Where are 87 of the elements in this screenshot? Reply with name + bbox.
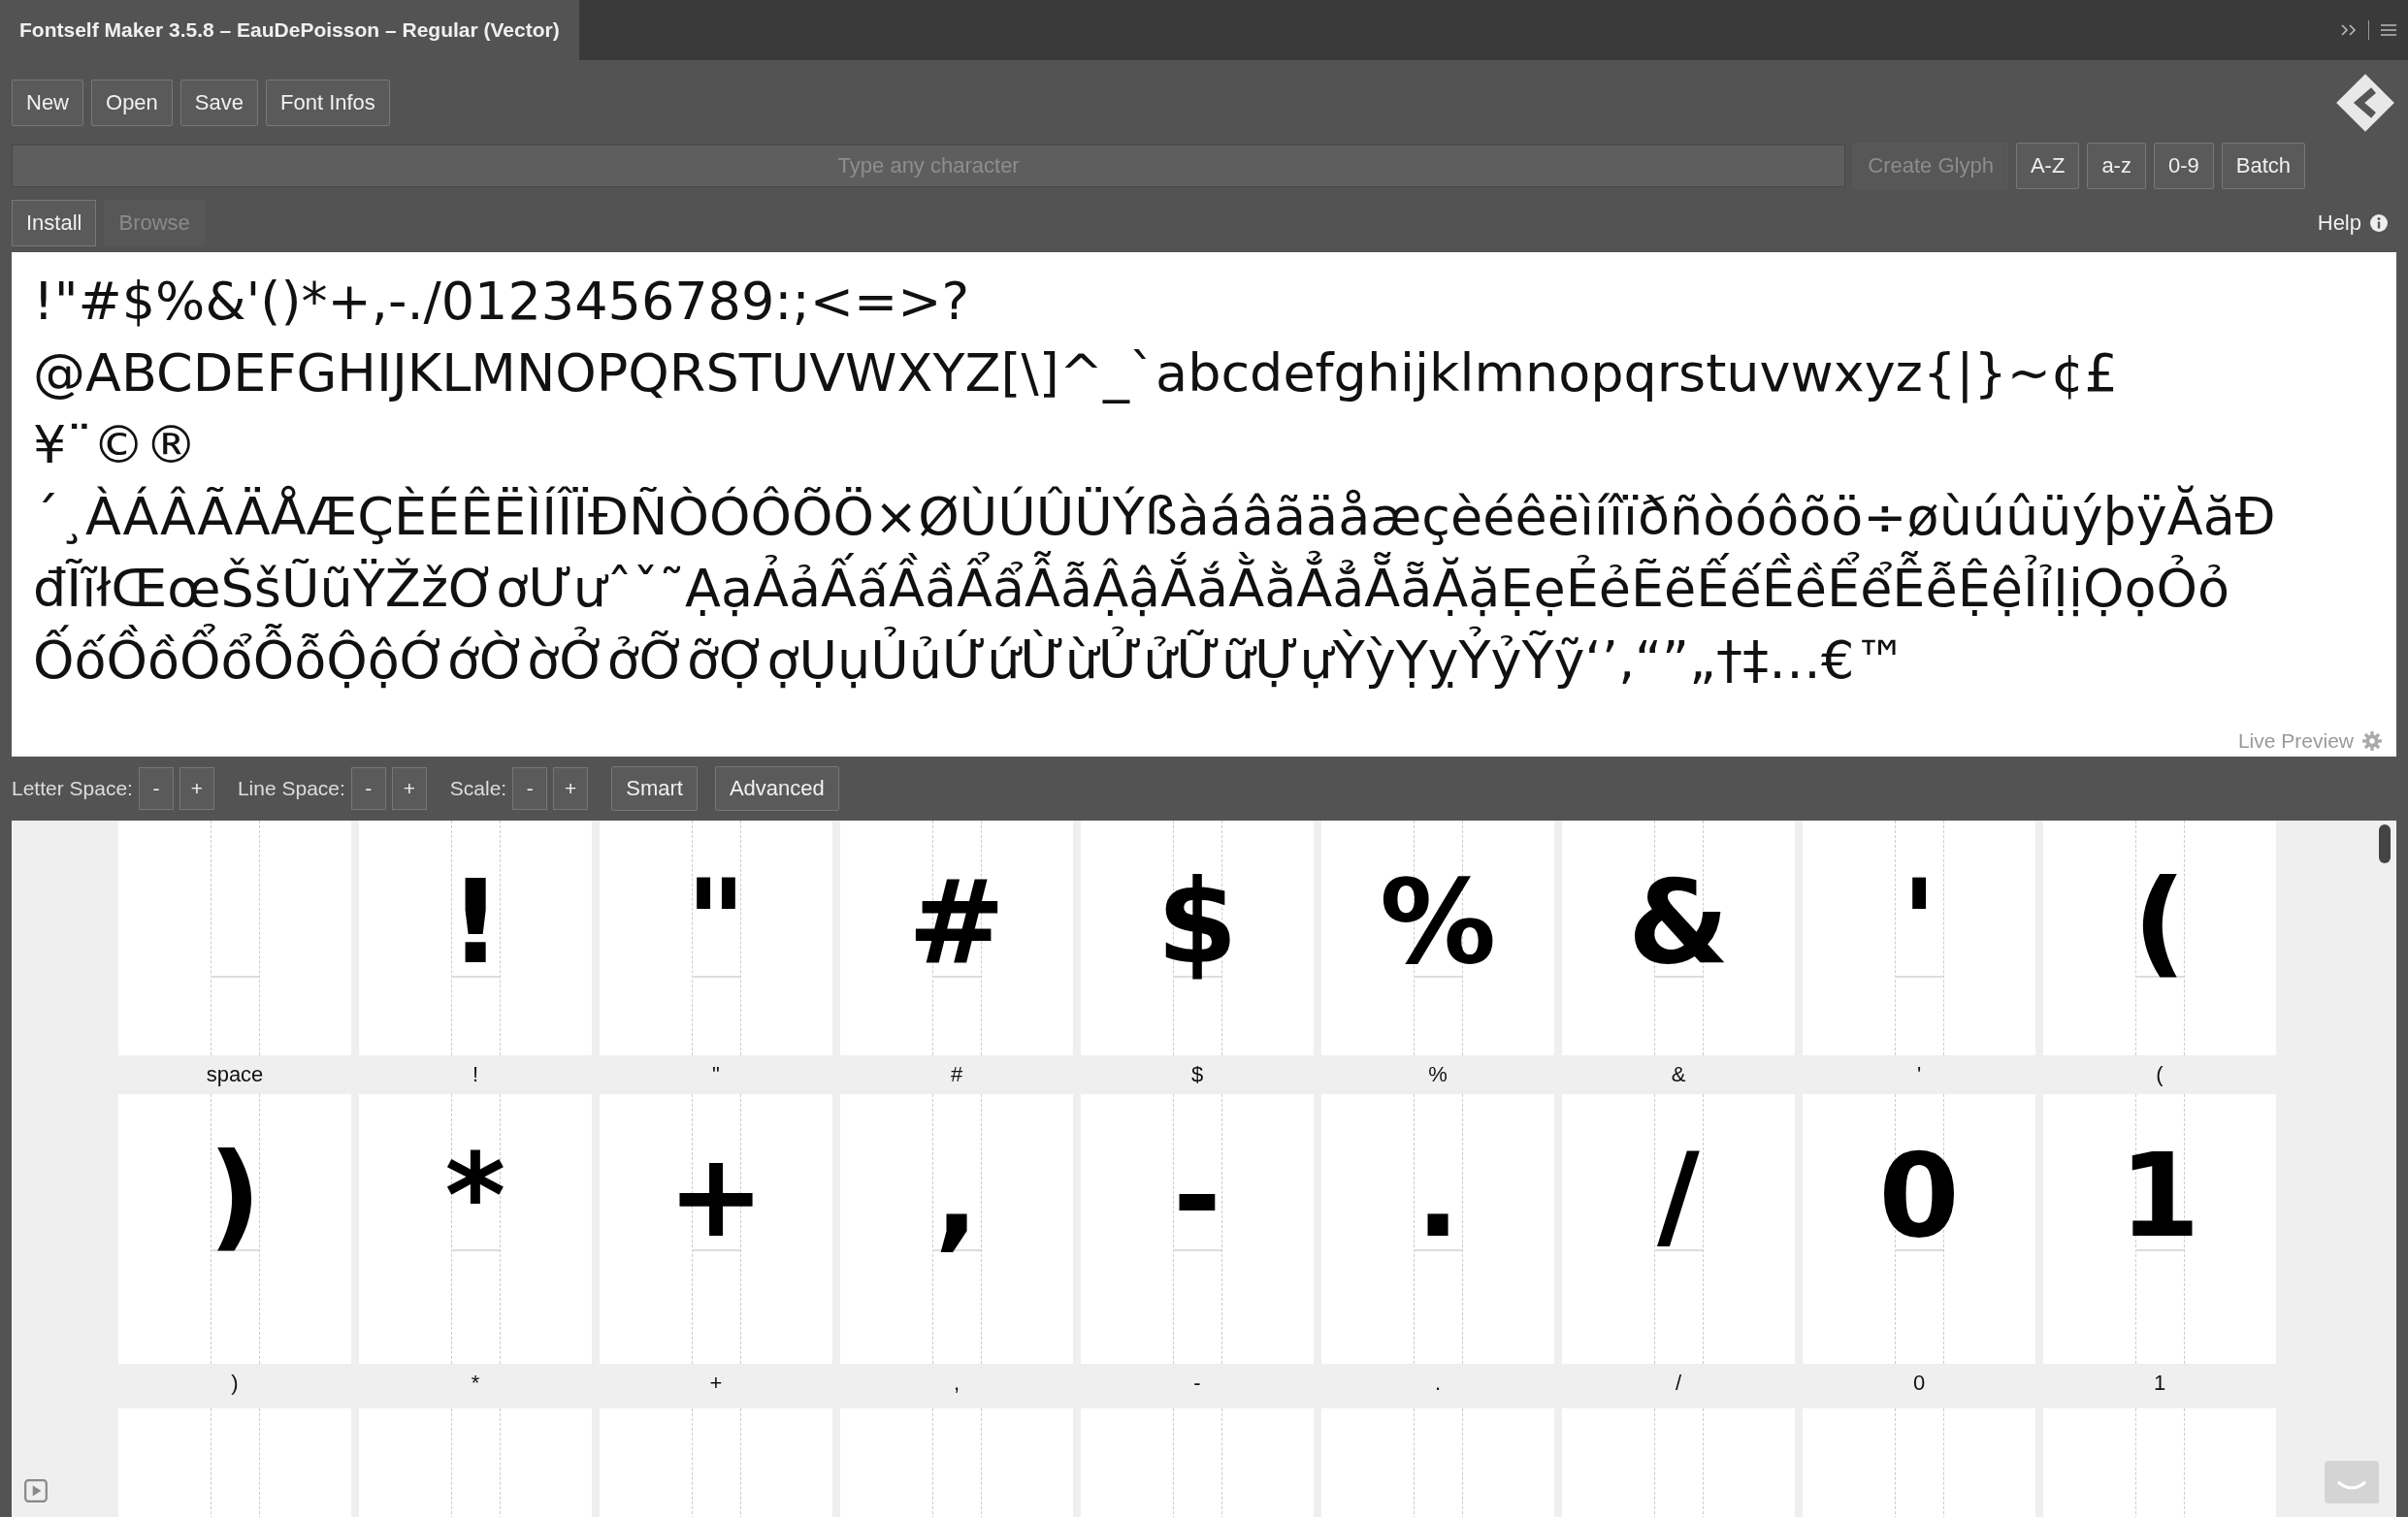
preview-text: ´¸ÀÁÂÃÄÅÆÇÈÉÊËÌÍÎÏÐÑÒÓÔÕÖ×ØÙÚÛÜÝßàáâãäåæçèéêëìíîïðñòóôõö÷øùúûüýþÿĂăĐ [33, 484, 2277, 549]
glyph-label: ) [231, 1370, 239, 1397]
preview-text: ¥¨©® [33, 413, 199, 477]
decrease-button[interactable]: - [138, 767, 174, 810]
glyph-card[interactable]: ( [2043, 821, 2276, 1055]
mode-button[interactable]: Smart [611, 766, 698, 811]
glyph-label: ( [2156, 1061, 2164, 1088]
glyph-label: " [712, 1061, 720, 1088]
glyph: . [1415, 1133, 1461, 1259]
live-preview-label: Live Preview [2237, 729, 2354, 753]
glyph-card[interactable] [118, 821, 351, 1055]
decrease-button[interactable]: - [512, 767, 548, 810]
glyph: # [906, 859, 1007, 985]
glyph-label: $ [1190, 1061, 1204, 1088]
glyph-label: 1 [2153, 1370, 2166, 1397]
glyph-label: % [1428, 1061, 1448, 1088]
preview-text: !"#$%&'()*+,-./0123456789:;<=>? [33, 270, 971, 334]
control-label: Line Space: [237, 777, 345, 800]
toolbar-button[interactable]: Font Infos [266, 80, 390, 126]
glyph-label: , [953, 1370, 960, 1397]
control-label: Scale: [449, 777, 507, 800]
glyph-label: + [709, 1370, 723, 1397]
glyph: * [443, 1133, 507, 1259]
glyph-card[interactable]: " [600, 821, 832, 1055]
logo-icon [2334, 72, 2396, 134]
decrease-button[interactable]: - [350, 767, 386, 810]
range-button[interactable]: a-z [2087, 143, 2146, 189]
glyph: + [666, 1133, 766, 1259]
glyph: - [1172, 1133, 1222, 1259]
glyph: ! [447, 859, 504, 985]
preview-text: ỐốỒồỔổỖỗỘộỚớỜờỞởỠỡỢợỤụỦủỨứỪừỬửỮữỰựỲỳỴỵỶỷỸỹ‘’‚“”„†‡…€™ [33, 625, 2375, 696]
control-label: Letter Space: [12, 777, 133, 800]
range-button[interactable]: Batch [2221, 143, 2305, 189]
menu-icon[interactable] [2379, 22, 2398, 38]
toolbar-button[interactable]: Save [179, 80, 258, 126]
glyph-label: space [206, 1061, 264, 1088]
glyph-card[interactable]: % [1321, 821, 1554, 1055]
glyph: 0 [1877, 1133, 1961, 1259]
glyph-card[interactable]: & [1562, 821, 1795, 1055]
glyph-card[interactable]: + [600, 1094, 832, 1364]
glyph-card[interactable]: . [1321, 1094, 1554, 1364]
range-button[interactable]: A-Z [2015, 143, 2080, 189]
glyph-label: - [1193, 1370, 1201, 1397]
help-link[interactable]: Help [2317, 210, 2361, 236]
glyph-card[interactable]: / [1562, 1094, 1795, 1364]
scrollbar-thumb[interactable] [2379, 824, 2391, 863]
glyph-card[interactable]: , [840, 1094, 1073, 1364]
glyph: % [1378, 859, 1498, 985]
glyph-card[interactable]: ' [1803, 821, 2035, 1055]
glyph-label: . [1434, 1370, 1442, 1397]
glyph-card[interactable]: $ [1081, 821, 1314, 1055]
increase-button[interactable]: + [391, 767, 427, 810]
glyph-label: ' [1916, 1061, 1922, 1088]
increase-button[interactable]: + [553, 767, 589, 810]
glyph-card[interactable]: ! [359, 821, 592, 1055]
glyph: , [933, 1133, 980, 1259]
glyph: & [1626, 859, 1731, 985]
glyph-label: * [471, 1370, 480, 1397]
glyph-label: # [950, 1061, 963, 1088]
info-icon[interactable] [2369, 213, 2389, 233]
glyph: ' [1900, 859, 1938, 985]
expand-icon[interactable] [2339, 23, 2359, 37]
tab[interactable]: Install [12, 200, 97, 246]
preview-text: @ABCDEFGHIJKLMNOPQRSTUVWXYZ[\]^_`abcdefghijklmnopqrstuvwxyz{|}~¢£ [33, 341, 2119, 405]
glyph-label: ! [472, 1061, 479, 1088]
glyph: " [684, 859, 748, 985]
range-button[interactable]: 0-9 [2153, 143, 2214, 189]
glyph-card[interactable]: ) [118, 1094, 351, 1364]
glyph-label: 0 [1912, 1370, 1926, 1397]
glyph: $ [1155, 859, 1239, 985]
mode-button[interactable]: Advanced [714, 766, 839, 811]
play-icon[interactable] [23, 1478, 49, 1503]
glyph-card[interactable]: 1 [2043, 1094, 2276, 1364]
glyph-label: & [1671, 1061, 1686, 1088]
glyph: ) [207, 1133, 263, 1259]
glyph-label: / [1675, 1370, 1682, 1397]
glyph-card[interactable]: * [359, 1094, 592, 1364]
window-title: Fontself Maker 3.5.8 – EauDePoisson – Regular (Vector) [0, 0, 579, 60]
toolbar-button[interactable]: New [12, 80, 83, 126]
glyph-card[interactable]: 0 [1803, 1094, 2035, 1364]
glyph-card[interactable]: - [1081, 1094, 1314, 1364]
glyph-card[interactable]: # [840, 821, 1073, 1055]
increase-button[interactable]: + [179, 767, 214, 810]
glyph: ( [2131, 859, 2188, 985]
glyph: / [1656, 1133, 1701, 1259]
toolbar-button[interactable]: Open [91, 80, 173, 126]
glyph: 1 [2118, 1133, 2201, 1259]
